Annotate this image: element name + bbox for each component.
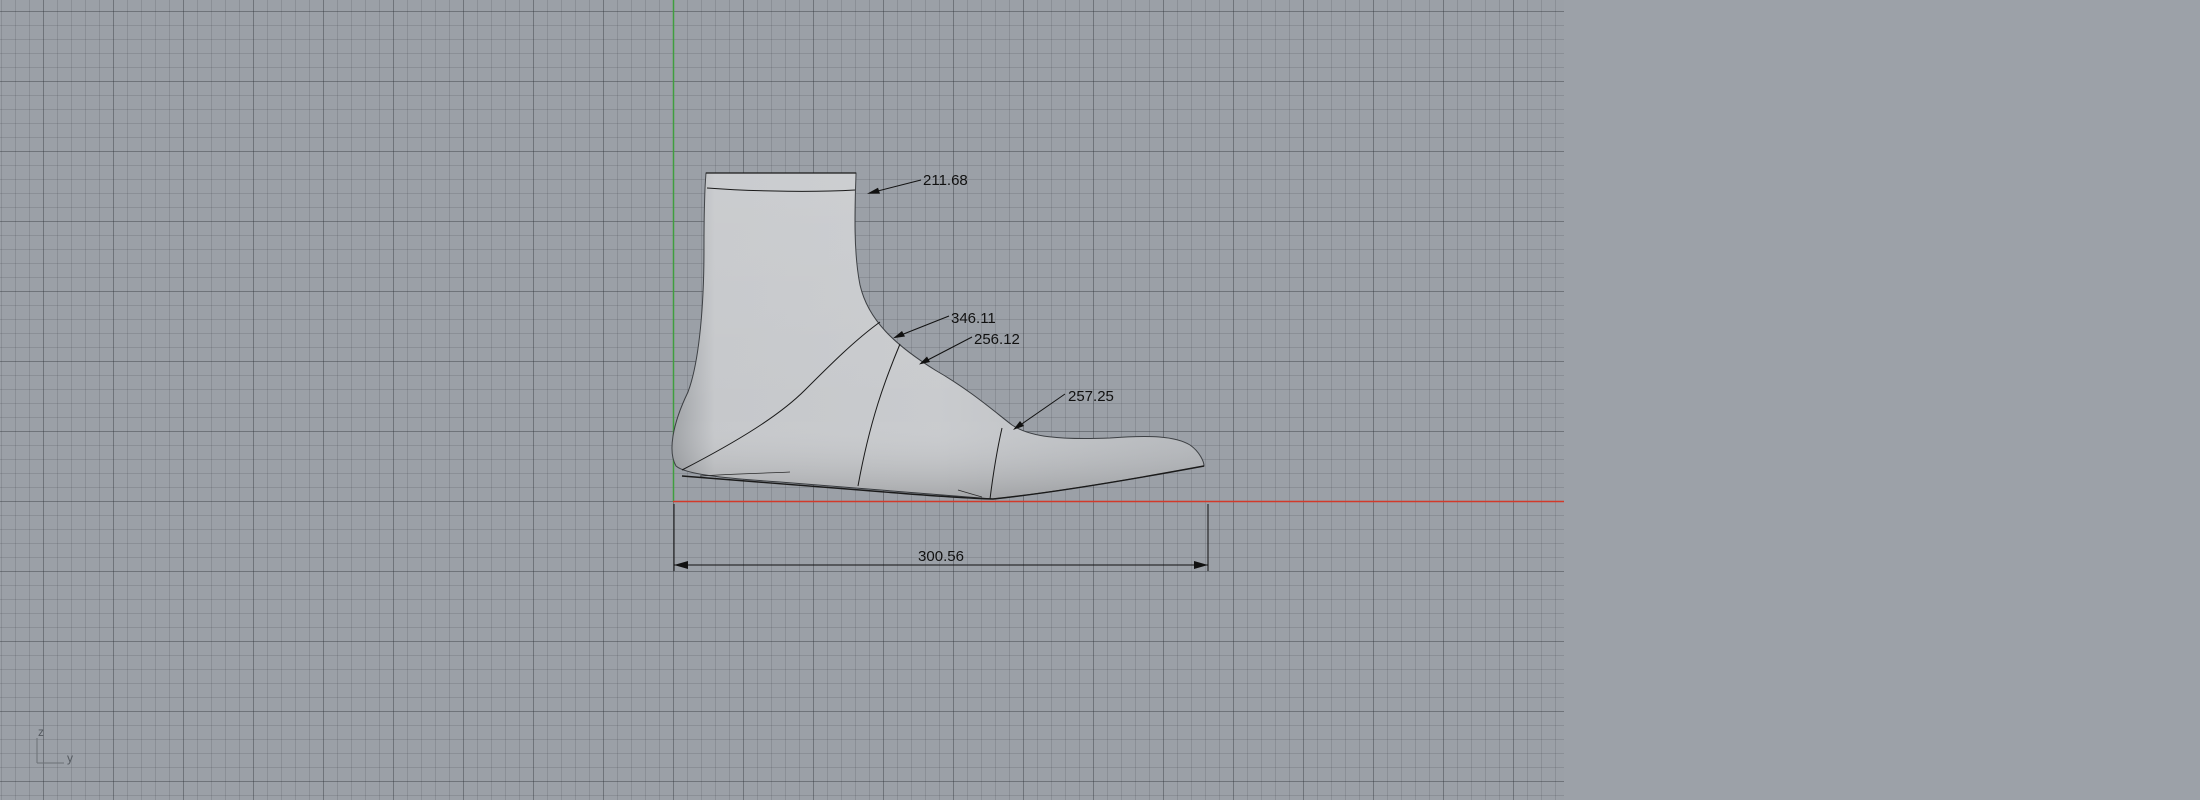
application-window: 211.68 346.11 256.12 257.25 300.56 z y	[0, 0, 2200, 800]
dimension-label: 256.12	[974, 331, 1020, 348]
dimension-label: 346.11	[951, 310, 996, 327]
dimension-arrow-left	[674, 561, 688, 569]
dimension-top-opening[interactable]: 211.68	[867, 172, 968, 194]
shoe-last-shading	[672, 173, 1204, 499]
axis-indicator: z y	[36, 725, 73, 765]
dimension-arrow-right	[1194, 561, 1208, 569]
viewport-scene[interactable]: 211.68 346.11 256.12 257.25 300.56 z y	[0, 0, 2200, 800]
leader-arrowhead	[893, 331, 905, 339]
leader-line	[1015, 393, 1066, 429]
axis-label-z: z	[38, 725, 44, 739]
dimension-label: 300.56	[918, 548, 964, 565]
leader-line	[895, 315, 950, 338]
shoe-last-model[interactable]	[671, 172, 1205, 500]
dimension-label: 257.25	[1068, 388, 1114, 405]
dimension-length[interactable]: 300.56	[673, 504, 1209, 571]
leader-line	[921, 336, 973, 364]
axis-label-y: y	[67, 751, 73, 765]
dimension-instep-lower[interactable]: 256.12	[919, 331, 1020, 365]
dimension-label: 211.68	[923, 172, 968, 189]
dimension-ball[interactable]: 257.25	[1013, 388, 1114, 430]
leader-arrowhead	[867, 187, 880, 194]
